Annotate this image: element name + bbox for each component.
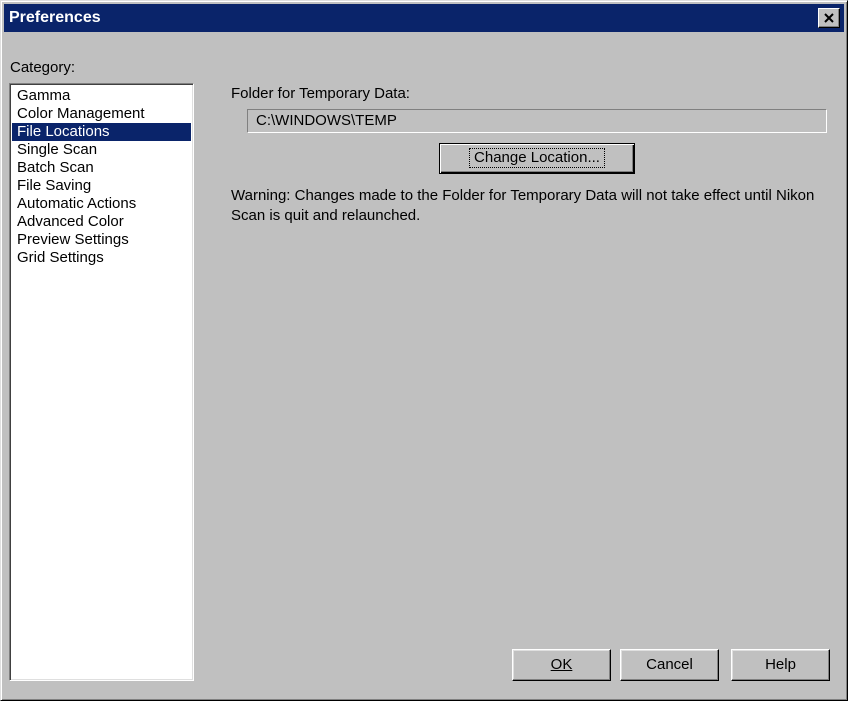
cancel-button[interactable]: Cancel	[620, 649, 719, 681]
category-label: Category:	[10, 59, 76, 76]
preferences-dialog: Preferences Category: Gamma Color Manage…	[0, 0, 848, 701]
close-button[interactable]	[818, 8, 840, 28]
change-location-button[interactable]: Change Location...	[439, 143, 635, 174]
folder-label: Folder for Temporary Data:	[231, 85, 410, 102]
window-title: Preferences	[9, 9, 101, 26]
category-item-automatic-actions[interactable]: Automatic Actions	[12, 195, 191, 213]
ok-button[interactable]: OK	[512, 649, 611, 681]
category-item-color-management[interactable]: Color Management	[12, 105, 191, 123]
cancel-label: Cancel	[646, 656, 693, 673]
category-item-file-saving[interactable]: File Saving	[12, 177, 191, 195]
category-item-single-scan[interactable]: Single Scan	[12, 141, 191, 159]
warning-text: Warning: Changes made to the Folder for …	[231, 187, 815, 224]
title-bar[interactable]: Preferences	[4, 4, 844, 32]
ok-label: OK	[550, 656, 573, 673]
close-icon	[824, 13, 834, 23]
category-item-file-locations[interactable]: File Locations	[12, 123, 191, 141]
category-list[interactable]: Gamma Color Management File Locations Si…	[9, 83, 194, 681]
change-location-label: Change Location...	[469, 148, 605, 168]
folder-path-field: C:\WINDOWS\TEMP	[247, 109, 827, 133]
category-item-preview-settings[interactable]: Preview Settings	[12, 231, 191, 249]
help-label: Help	[765, 656, 796, 673]
category-item-gamma[interactable]: Gamma	[12, 87, 191, 105]
category-item-advanced-color[interactable]: Advanced Color	[12, 213, 191, 231]
help-button[interactable]: Help	[731, 649, 830, 681]
category-item-batch-scan[interactable]: Batch Scan	[12, 159, 191, 177]
category-item-grid-settings[interactable]: Grid Settings	[12, 249, 191, 267]
